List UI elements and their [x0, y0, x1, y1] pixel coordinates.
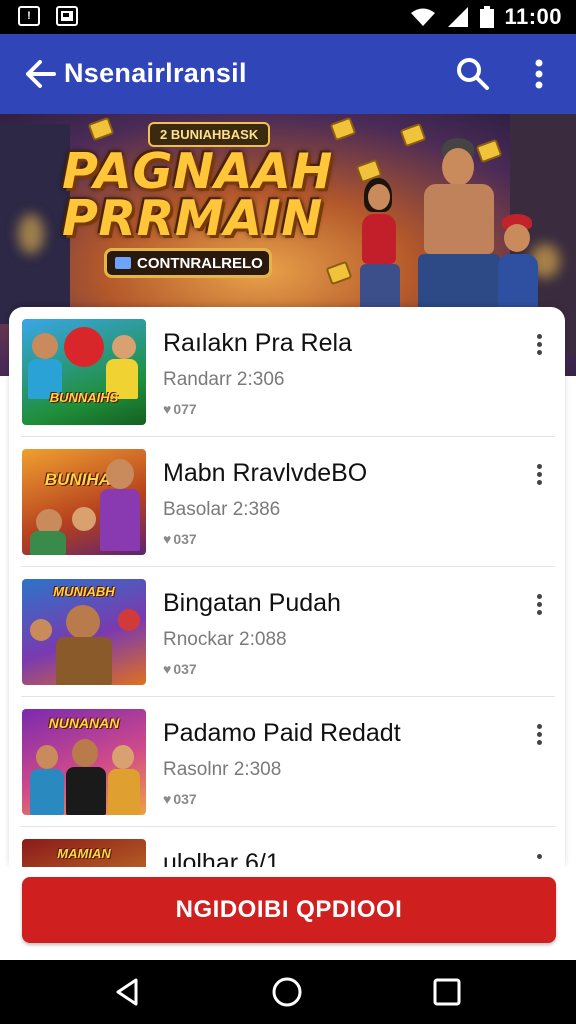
battery-icon — [480, 6, 495, 28]
lamp-glow — [18, 214, 44, 254]
thumb-logo: MAMIAN — [57, 846, 111, 861]
item-more-icon[interactable] — [529, 591, 549, 621]
list-item[interactable]: MUNIABH Bingatan Pudah Rnockar 2:088 ♥ 03… — [21, 567, 555, 697]
item-thumbnail[interactable]: NUNANAN — [22, 709, 146, 815]
list-item[interactable]: BUNIHAN Mabn RravlvdeBO Basolar 2:386 ♥ 0… — [21, 437, 555, 567]
item-thumbnail[interactable]: BUNNAIHS — [22, 319, 146, 425]
photo-icon — [56, 6, 78, 26]
item-likes: ♥ 037 — [163, 531, 197, 547]
item-more-icon[interactable] — [529, 851, 549, 867]
primary-cta-button[interactable]: NGIDOIBI QPDIOOI — [22, 877, 556, 943]
status-time: 11:00 — [504, 4, 562, 29]
item-title: Padamo Paid Redadt — [163, 719, 401, 747]
item-subtitle: Rasolnr 2:308 — [163, 759, 282, 780]
item-title: ulolhar 6/1 — [163, 849, 280, 867]
game-list: BUNNAIHS Raılakn Pra Rela Randarr 2:306 … — [9, 307, 565, 867]
recents-square-icon[interactable] — [431, 976, 463, 1008]
heart-icon: ♥ — [163, 401, 172, 417]
heart-icon: ♥ — [163, 791, 172, 807]
banner-pill-label: CONTNRALRELO — [137, 254, 263, 272]
item-more-icon[interactable] — [529, 331, 549, 361]
thumb-logo: NUNANAN — [48, 715, 120, 731]
item-thumbnail[interactable]: MAMIAN — [22, 839, 146, 867]
app-bar: Nsenairlransil — [0, 34, 576, 114]
item-like-count: 077 — [173, 401, 197, 417]
signal-icon — [448, 7, 469, 27]
item-likes: ♥ 077 — [163, 401, 197, 417]
coin-decoration — [87, 116, 115, 142]
item-thumbnail[interactable]: BUNIHAN — [22, 449, 146, 555]
heart-icon: ♥ — [163, 661, 172, 677]
item-thumbnail[interactable]: MUNIABH — [22, 579, 146, 685]
item-likes: ♥ 037 — [163, 661, 197, 677]
more-vert-icon[interactable] — [524, 56, 554, 92]
status-right-icons: 11:00 — [410, 4, 562, 30]
notification-icon: ! — [18, 6, 40, 26]
banner-headline-line1: PAGNAAH — [62, 143, 333, 200]
list-item[interactable]: BUNNAIHS Raılakn Pra Rela Randarr 2:306 … — [21, 307, 555, 437]
thumb-logo: BUNNAIHS — [49, 390, 119, 405]
list-item[interactable]: NUNANAN Padamo Paid Redadt Rasolnr 2:308… — [21, 697, 555, 827]
item-more-icon[interactable] — [529, 721, 549, 751]
wifi-icon — [411, 8, 436, 26]
item-title: Mabn RravlvdeBO — [163, 459, 368, 487]
banner-headline: PAGNAAH PRRMAIN — [62, 143, 333, 247]
item-subtitle: Rnockar 2:088 — [163, 629, 287, 650]
cta-container: NGIDOIBI QPDIOOI — [0, 867, 576, 960]
banner-headline-line2: PRRMAIN — [62, 190, 323, 247]
system-nav-bar — [0, 960, 576, 1024]
item-like-count: 037 — [173, 661, 197, 677]
heart-icon: ♥ — [163, 531, 172, 547]
item-more-icon[interactable] — [529, 461, 549, 491]
back-triangle-icon[interactable] — [112, 976, 144, 1008]
thumb-logo: MUNIABH — [53, 584, 115, 599]
item-like-count: 037 — [173, 791, 197, 807]
item-likes: ♥ 037 — [163, 791, 197, 807]
status-bar: ! 11:00 — [0, 0, 576, 34]
home-circle-icon[interactable] — [271, 976, 303, 1008]
list-item[interactable]: MAMIAN ulolhar 6/1 — [21, 827, 555, 867]
item-title: Bingatan Pudah — [163, 589, 341, 617]
status-left-icons: ! — [18, 6, 78, 26]
banner-pill[interactable]: CONTNRALRELO — [104, 248, 272, 278]
back-arrow-icon[interactable] — [22, 56, 58, 92]
app-title: Nsenairlransil — [64, 58, 247, 88]
item-subtitle: Basolar 2:386 — [163, 499, 281, 520]
item-title: Raılakn Pra Rela — [163, 329, 352, 357]
item-like-count: 037 — [173, 531, 197, 547]
coin-decoration — [329, 116, 357, 142]
search-icon[interactable] — [455, 56, 491, 92]
item-subtitle: Randarr 2:306 — [163, 369, 285, 390]
envelope-icon — [115, 257, 131, 269]
